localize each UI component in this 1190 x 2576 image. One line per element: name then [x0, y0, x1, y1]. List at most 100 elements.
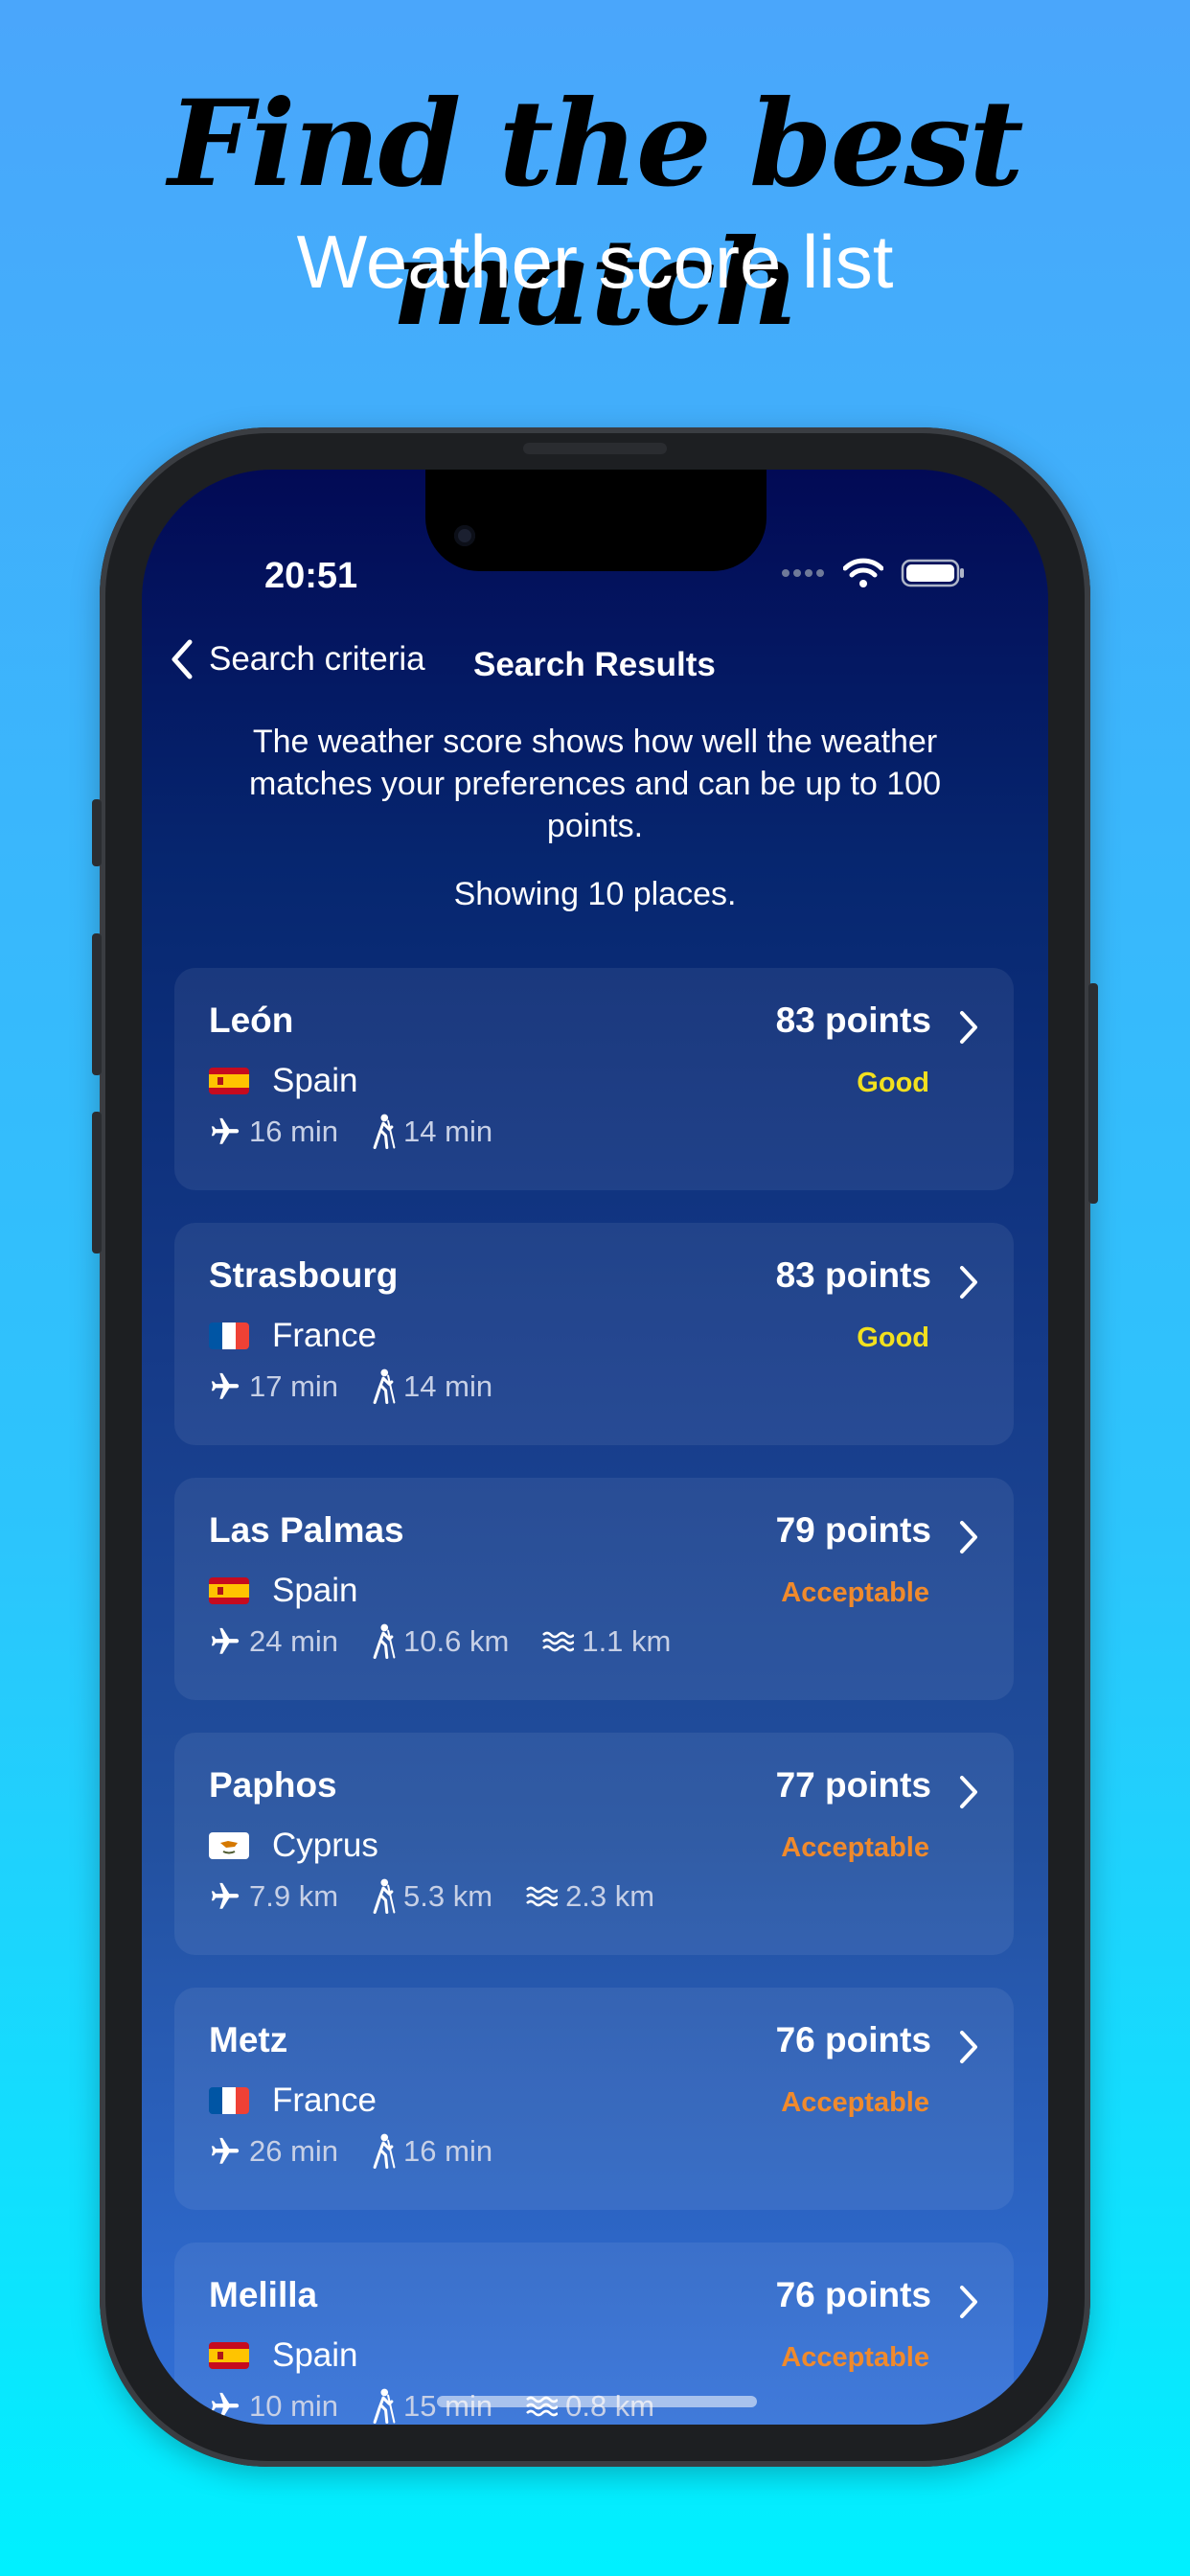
hiker-icon	[371, 2388, 396, 2425]
flight-value: 7.9 km	[249, 1879, 339, 1913]
hiker-icon	[371, 1878, 396, 1915]
country-name: Cyprus	[272, 1827, 378, 1864]
sea-metric: 2.3 km	[525, 1879, 654, 1914]
country-name: Spain	[272, 2336, 358, 2374]
flight-metric: 16 min	[209, 1115, 338, 1149]
chevron-left-icon	[172, 639, 193, 679]
place-name: Melilla	[209, 2275, 318, 2314]
rating-label: Good	[857, 1068, 929, 1098]
rating-label: Acceptable	[781, 1832, 929, 1863]
travel-metrics: 16 min 14 min	[209, 1114, 525, 1150]
travel-metrics: 17 min 14 min	[209, 1368, 525, 1405]
battery-icon	[901, 559, 964, 587]
weather-score: 83 points	[775, 1255, 931, 1295]
hike-metric: 14 min	[371, 1114, 492, 1150]
waves-icon	[541, 1629, 575, 1654]
headline: Find the best match	[168, 75, 1023, 353]
flight-value: 24 min	[249, 1624, 339, 1658]
page-title: Search Results	[473, 646, 716, 683]
notch	[425, 470, 767, 571]
hiker-icon	[371, 1623, 396, 1660]
france-flag-icon	[209, 1322, 249, 1349]
france-flag-icon	[209, 2087, 249, 2114]
place-card[interactable]: León 83 points Spain Good 16 min 14 min	[174, 968, 1014, 1190]
result-count: Showing 10 places.	[453, 876, 737, 912]
place-card[interactable]: Las Palmas 79 points Spain Acceptable 24…	[174, 1478, 1014, 1700]
rating-label: Acceptable	[781, 2087, 929, 2118]
spain-flag-icon	[209, 1068, 249, 1094]
hike-value: 5.3 km	[403, 1879, 493, 1913]
chevron-right-icon	[958, 2030, 979, 2068]
hike-value: 16 min	[403, 2134, 493, 2168]
back-button-label: Search criteria	[209, 640, 425, 678]
sea-value: 1.1 km	[582, 1624, 672, 1658]
plane-icon	[209, 2390, 241, 2423]
app-screen: 20:51 Search criteria Search Results The…	[142, 470, 1048, 2425]
home-indicator	[437, 2396, 757, 2407]
spain-flag-icon	[209, 2342, 249, 2369]
place-name: Paphos	[209, 1765, 337, 1805]
travel-metrics: 7.9 km 5.3 km 2.3 km	[209, 1878, 687, 1915]
country-name: Spain	[272, 1572, 358, 1609]
hike-metric: 10.6 km	[371, 1623, 509, 1660]
plane-icon	[209, 1370, 241, 1403]
hiker-icon	[371, 1114, 396, 1150]
flight-metric: 17 min	[209, 1369, 338, 1404]
chevron-right-icon	[958, 1775, 979, 1813]
hike-metric: 16 min	[371, 2133, 492, 2170]
weather-score: 83 points	[775, 1000, 931, 1040]
cyprus-flag-icon	[209, 1832, 249, 1859]
plane-icon	[209, 1116, 241, 1148]
flight-metric: 26 min	[209, 2134, 338, 2169]
hike-value: 14 min	[403, 1115, 493, 1148]
chevron-right-icon	[958, 1520, 979, 1558]
flight-value: 10 min	[249, 2389, 339, 2423]
status-time: 20:51	[264, 556, 358, 596]
sea-metric: 1.1 km	[541, 1624, 671, 1659]
navigation-bar: Search criteria Search Results	[142, 638, 1048, 696]
wifi-icon	[843, 558, 883, 587]
weather-score: 79 points	[775, 1510, 931, 1550]
back-button[interactable]: Search criteria	[171, 638, 425, 680]
place-card[interactable]: Paphos 77 points Cyprus Acceptable 7.9 k…	[174, 1733, 1014, 1955]
flight-value: 16 min	[249, 1115, 339, 1148]
hike-value: 14 min	[403, 1369, 493, 1403]
plane-icon	[209, 2135, 241, 2168]
hike-metric: 14 min	[371, 1368, 492, 1405]
flight-value: 26 min	[249, 2134, 339, 2168]
rating-label: Good	[857, 1322, 929, 1353]
hike-metric: 5.3 km	[371, 1878, 492, 1915]
hiker-icon	[371, 2133, 396, 2170]
plane-icon	[209, 1880, 241, 1913]
phone-frame: 20:51 Search criteria Search Results The…	[92, 427, 1098, 2467]
weather-score: 76 points	[775, 2275, 931, 2314]
chevron-right-icon	[958, 1265, 979, 1303]
signal-icon	[782, 569, 824, 577]
flight-value: 17 min	[249, 1369, 339, 1403]
sea-value: 2.3 km	[565, 1879, 655, 1913]
place-card[interactable]: Strasbourg 83 points France Good 17 min …	[174, 1223, 1014, 1445]
travel-metrics: 26 min 16 min	[209, 2133, 525, 2170]
plane-icon	[209, 1625, 241, 1658]
intro-text: The weather score shows how well the wea…	[248, 724, 942, 844]
subheadline: Weather score list	[296, 219, 894, 304]
travel-metrics: 24 min 10.6 km 1.1 km	[209, 1623, 703, 1660]
flight-metric: 7.9 km	[209, 1879, 338, 1914]
place-name: Metz	[209, 2020, 288, 2059]
weather-score: 77 points	[775, 1765, 931, 1805]
chevron-right-icon	[958, 2285, 979, 2323]
country-name: France	[272, 1317, 377, 1354]
rating-label: Acceptable	[781, 2342, 929, 2373]
hiker-icon	[371, 1368, 396, 1405]
flight-metric: 10 min	[209, 2389, 338, 2424]
place-name: Strasbourg	[209, 1255, 399, 1295]
waves-icon	[525, 1884, 559, 1909]
hike-value: 10.6 km	[403, 1624, 510, 1658]
status-icons	[780, 558, 966, 588]
camera	[454, 525, 475, 546]
place-name: Las Palmas	[209, 1510, 404, 1550]
place-card[interactable]: Metz 76 points France Acceptable 26 min …	[174, 1988, 1014, 2210]
place-name: León	[209, 1000, 294, 1040]
chevron-right-icon	[958, 1010, 979, 1048]
weather-score: 76 points	[775, 2020, 931, 2059]
